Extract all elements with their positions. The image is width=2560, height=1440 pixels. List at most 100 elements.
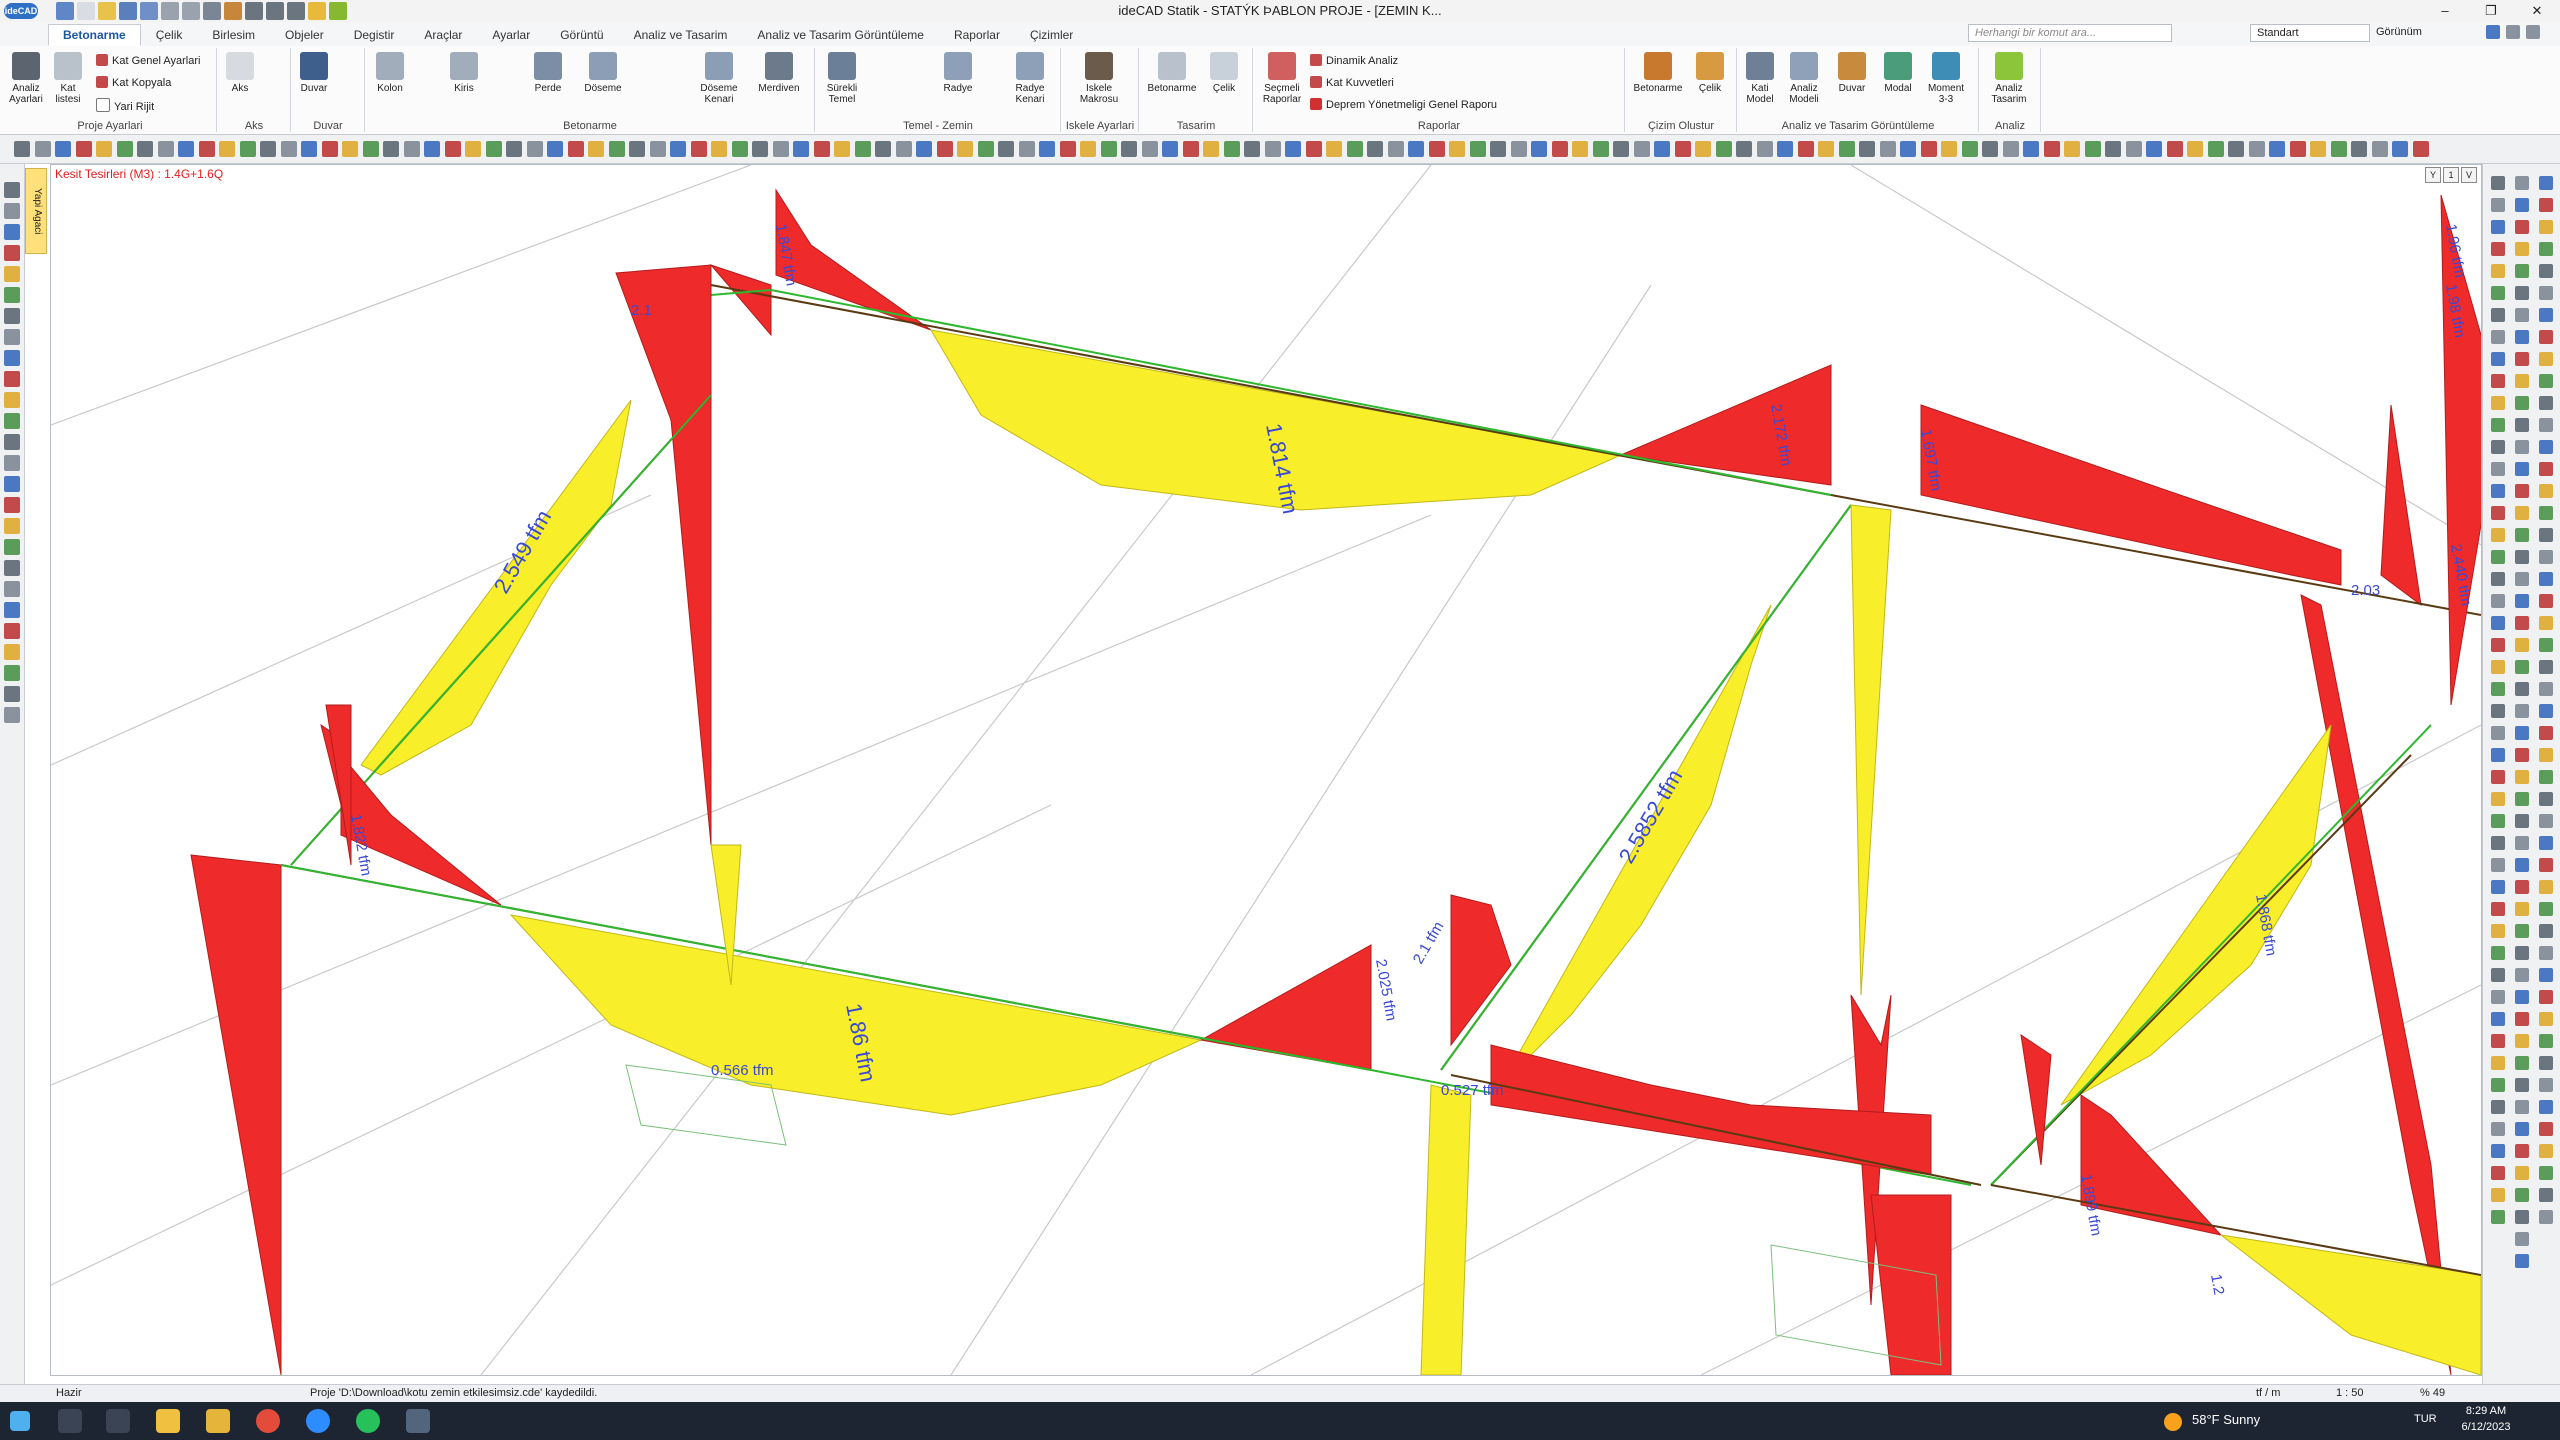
right-tool-icon[interactable]	[2539, 946, 2553, 960]
left-tool-icon[interactable]	[4, 518, 20, 534]
draw-tool-icon[interactable]	[506, 141, 522, 157]
right-tool-icon[interactable]	[2539, 924, 2553, 938]
right-tool-icon[interactable]	[2491, 198, 2505, 212]
right-tool-icon[interactable]	[2515, 638, 2529, 652]
draw-tool-icon[interactable]	[2125, 141, 2142, 157]
left-tool-icon[interactable]	[4, 623, 20, 639]
view-button-1[interactable]: 1	[2443, 167, 2459, 183]
draw-tool-icon[interactable]	[1100, 141, 1117, 157]
settings-icon[interactable]	[2506, 25, 2520, 39]
status-scale[interactable]: 1 : 50	[2336, 1387, 2364, 1399]
right-tool-icon[interactable]	[2515, 396, 2529, 410]
right-tool-icon[interactable]	[2515, 1056, 2529, 1070]
moment-button[interactable]: Moment 3-3	[1924, 52, 1968, 105]
right-tool-icon[interactable]	[2539, 1100, 2553, 1114]
modal-button[interactable]: Modal	[1880, 52, 1916, 94]
draw-tool-icon[interactable]	[998, 141, 1014, 157]
right-tool-icon[interactable]	[2491, 572, 2505, 586]
draw-tool-icon[interactable]	[1838, 141, 1855, 157]
right-tool-icon[interactable]	[2515, 792, 2529, 806]
draw-tool-icon[interactable]	[1162, 141, 1178, 157]
right-tool-icon[interactable]	[2515, 990, 2529, 1004]
right-tool-icon[interactable]	[2539, 836, 2553, 850]
right-tool-icon[interactable]	[2515, 528, 2529, 542]
right-tool-icon[interactable]	[2539, 858, 2553, 872]
tab-betonarme[interactable]: Betonarme	[48, 24, 141, 46]
right-tool-icon[interactable]	[2515, 770, 2529, 784]
right-tool-icon[interactable]	[2491, 924, 2505, 938]
draw-tool-icon[interactable]	[1428, 141, 1445, 157]
right-tool-icon[interactable]	[2539, 462, 2553, 476]
left-tool-icon[interactable]	[4, 203, 20, 219]
draw-tool-icon[interactable]	[1039, 141, 1055, 157]
right-tool-icon[interactable]	[2539, 1012, 2553, 1026]
right-tool-icon[interactable]	[2491, 1210, 2505, 1224]
draw-tool-icon[interactable]	[280, 141, 297, 157]
draw-tool-icon[interactable]	[2023, 141, 2039, 157]
right-tool-icon[interactable]	[2491, 1078, 2505, 1092]
right-tool-icon[interactable]	[2539, 198, 2553, 212]
draw-tool-icon[interactable]	[1551, 141, 1568, 157]
right-tool-icon[interactable]	[2539, 352, 2553, 366]
right-tool-icon[interactable]	[2515, 308, 2529, 322]
right-tool-icon[interactable]	[2539, 880, 2553, 894]
tasarim-celik-button[interactable]: Çelik	[1206, 52, 1242, 94]
right-tool-icon[interactable]	[2515, 1254, 2529, 1268]
left-tool-icon[interactable]	[4, 371, 20, 387]
draw-tool-icon[interactable]	[1674, 141, 1691, 157]
draw-tool-icon[interactable]	[2084, 141, 2101, 157]
right-tool-icon[interactable]	[2539, 704, 2553, 718]
right-tool-icon[interactable]	[2539, 726, 2553, 740]
task-view-icon[interactable]	[106, 1409, 130, 1433]
clock-date[interactable]: 6/12/2023	[2456, 1421, 2516, 1433]
right-tool-icon[interactable]	[2491, 1144, 2505, 1158]
left-tool-icon[interactable]	[4, 245, 20, 261]
draw-tool-icon[interactable]	[2166, 141, 2183, 157]
right-tool-icon[interactable]	[2515, 572, 2529, 586]
right-tool-icon[interactable]	[2491, 902, 2505, 916]
draw-tool-icon[interactable]	[2412, 141, 2429, 157]
right-tool-icon[interactable]	[2539, 1144, 2553, 1158]
draw-tool-icon[interactable]	[1613, 141, 1629, 157]
tab-raporlar[interactable]: Raporlar	[939, 24, 1015, 46]
draw-tool-icon[interactable]	[1797, 141, 1814, 157]
draw-tool-icon[interactable]	[362, 141, 379, 157]
right-tool-icon[interactable]	[2539, 902, 2553, 916]
zoom-icon[interactable]	[306, 1409, 330, 1433]
draw-tool-icon[interactable]	[403, 141, 420, 157]
draw-tool-icon[interactable]	[2269, 141, 2285, 157]
draw-tool-icon[interactable]	[1715, 141, 1732, 157]
view-button-y[interactable]: Y	[2425, 167, 2441, 183]
draw-tool-icon[interactable]	[2330, 141, 2347, 157]
right-tool-icon[interactable]	[2491, 1188, 2505, 1202]
draw-tool-icon[interactable]	[547, 141, 563, 157]
draw-tool-icon[interactable]	[2228, 141, 2244, 157]
right-tool-icon[interactable]	[2491, 418, 2505, 432]
draw-tool-icon[interactable]	[383, 141, 399, 157]
draw-tool-icon[interactable]	[1367, 141, 1383, 157]
right-tool-icon[interactable]	[2515, 506, 2529, 520]
right-tool-icon[interactable]	[2515, 1100, 2529, 1114]
right-tool-icon[interactable]	[2539, 440, 2553, 454]
right-tool-icon[interactable]	[2491, 858, 2505, 872]
kat-genel-ayarlari-button[interactable]: Kat Genel Ayarlari	[96, 54, 200, 67]
right-tool-icon[interactable]	[2491, 484, 2505, 498]
left-tool-icon[interactable]	[4, 308, 20, 324]
doseme-button[interactable]: Döseme	[582, 52, 624, 94]
right-tool-icon[interactable]	[2539, 792, 2553, 806]
right-tool-icon[interactable]	[2491, 1056, 2505, 1070]
right-tool-icon[interactable]	[2491, 726, 2505, 740]
right-tool-icon[interactable]	[2515, 836, 2529, 850]
left-tool-icon[interactable]	[4, 707, 20, 723]
right-tool-icon[interactable]	[2515, 1034, 2529, 1048]
right-tool-icon[interactable]	[2491, 264, 2505, 278]
draw-tool-icon[interactable]	[1859, 141, 1875, 157]
right-tool-icon[interactable]	[2515, 1012, 2529, 1026]
draw-tool-icon[interactable]	[1182, 141, 1199, 157]
draw-tool-icon[interactable]	[2248, 141, 2265, 157]
draw-tool-icon[interactable]	[55, 141, 71, 157]
right-tool-icon[interactable]	[2491, 1122, 2505, 1136]
secmeli-raporlar-button[interactable]: Seçmeli Raporlar	[1258, 52, 1306, 105]
right-tool-icon[interactable]	[2539, 770, 2553, 784]
draw-tool-icon[interactable]	[731, 141, 748, 157]
